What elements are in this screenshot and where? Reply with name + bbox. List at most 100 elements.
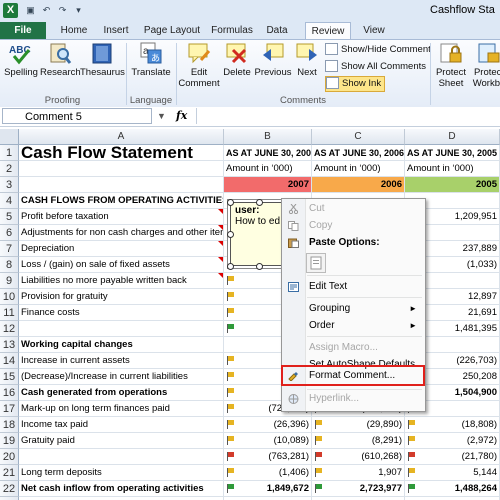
row-header[interactable]: 13 xyxy=(0,337,19,353)
customize-icon[interactable]: ▾ xyxy=(72,4,85,17)
tab-data[interactable]: Data xyxy=(262,22,292,39)
cell-a19[interactable]: Gratuity paid xyxy=(19,433,224,449)
cell-c18[interactable]: (29,890) xyxy=(312,417,405,433)
menu-item-hyperlink[interactable]: Hyperlink... xyxy=(282,391,425,407)
cell-b3[interactable]: 2007 xyxy=(224,177,312,193)
name-box-dropdown-icon[interactable]: ▼ xyxy=(157,111,166,121)
row-header[interactable]: 11 xyxy=(0,305,19,321)
cell-d22[interactable]: 1,488,264 xyxy=(405,481,500,497)
cell-d19[interactable]: (2,972) xyxy=(405,433,500,449)
name-box[interactable]: Comment 5 xyxy=(2,108,152,124)
cell-b22[interactable]: 1,849,672 xyxy=(224,481,312,497)
resize-handle[interactable] xyxy=(256,263,263,270)
cell-a8[interactable]: Loss / (gain) on sale of fixed assets xyxy=(19,257,224,273)
cell-d20[interactable]: (21,780) xyxy=(405,449,500,465)
column-header-c[interactable]: C xyxy=(312,129,405,145)
row-header[interactable]: 12 xyxy=(0,321,19,337)
cell-a17[interactable]: Mark-up on long term finances paid xyxy=(19,401,224,417)
cell-a14[interactable]: Increase in current assets xyxy=(19,353,224,369)
tab-formulas[interactable]: Formulas xyxy=(208,22,256,39)
cell-b1[interactable]: AS AT JUNE 30, 2007 xyxy=(224,145,312,161)
row-header[interactable]: 22 xyxy=(0,481,19,497)
cell-d18[interactable]: (18,808) xyxy=(405,417,500,433)
row-header[interactable]: 5 xyxy=(0,209,19,225)
protect-sheet-button[interactable]: Protect Sheet xyxy=(433,41,469,89)
cell-d21[interactable]: 5,144 xyxy=(405,465,500,481)
cell-d3[interactable]: 2005 xyxy=(405,177,500,193)
next-comment-button[interactable]: Next xyxy=(292,41,322,78)
research-button[interactable]: Research xyxy=(40,41,81,78)
tab-file[interactable]: File xyxy=(0,22,46,39)
cell-a10[interactable]: Provision for gratuity xyxy=(19,289,224,305)
cell-a20[interactable] xyxy=(19,449,224,465)
cell-a2[interactable] xyxy=(19,161,224,177)
menu-item-copy[interactable]: Copy xyxy=(282,218,425,234)
tab-view[interactable]: View xyxy=(358,22,390,39)
row-header[interactable]: 7 xyxy=(0,241,19,257)
thesaurus-button[interactable]: Thesaurus xyxy=(80,41,125,78)
cell-a3[interactable] xyxy=(19,177,224,193)
cell-d1[interactable]: AS AT JUNE 30, 2005 xyxy=(405,145,500,161)
row-header[interactable]: 16 xyxy=(0,385,19,401)
excel-icon[interactable]: X xyxy=(3,3,18,18)
cell-c21[interactable]: 1,907 xyxy=(312,465,405,481)
comment-text[interactable]: How to ed xyxy=(235,216,283,227)
cell-a13[interactable]: Working capital changes xyxy=(19,337,224,353)
cell-a9[interactable]: Liabilities no more payable written back xyxy=(19,273,224,289)
menu-item-assign-macro[interactable]: Assign Macro... xyxy=(282,340,425,356)
cell-b21[interactable]: (1,406) xyxy=(224,465,312,481)
cell-a15[interactable]: (Decrease)/Increase in current liabiliti… xyxy=(19,369,224,385)
previous-comment-button[interactable]: Previous xyxy=(254,41,292,78)
cell-a1[interactable]: Cash Flow Statement xyxy=(19,144,224,161)
cell-b18[interactable]: (26,396) xyxy=(224,417,312,433)
row-header[interactable]: 4 xyxy=(0,193,19,209)
cell-b2[interactable]: Amount in ‘000) xyxy=(224,161,312,177)
row-header[interactable]: 9 xyxy=(0,273,19,289)
spelling-button[interactable]: ABC Spelling xyxy=(2,41,40,78)
cell-c3[interactable]: 2006 xyxy=(312,177,405,193)
cell-a12[interactable] xyxy=(19,321,224,337)
cell-d2[interactable]: Amount in ‘000) xyxy=(405,161,500,177)
resize-handle[interactable] xyxy=(227,231,234,238)
comment-box[interactable]: user: How to ed xyxy=(230,202,288,266)
edit-comment-button[interactable]: Edit Comment xyxy=(178,41,220,89)
select-all-corner[interactable] xyxy=(0,129,19,145)
tab-insert[interactable]: Insert xyxy=(98,22,134,39)
cell-a21[interactable]: Long term deposits xyxy=(19,465,224,481)
cell-a22[interactable]: Net cash inflow from operating activitie… xyxy=(19,481,224,497)
formula-input[interactable] xyxy=(196,108,500,124)
undo-icon[interactable]: ↶ xyxy=(40,4,53,17)
row-header[interactable]: 15 xyxy=(0,369,19,385)
save-icon[interactable]: ▣ xyxy=(24,4,37,17)
menu-item-order[interactable]: Order ► xyxy=(282,318,425,334)
menu-item-edit-text[interactable]: Edit Text xyxy=(282,279,425,295)
row-header[interactable]: 2 xyxy=(0,161,19,177)
tab-page-layout[interactable]: Page Layout xyxy=(142,22,202,39)
show-ink-button[interactable]: Show Ink xyxy=(325,76,386,92)
row-header[interactable]: 14 xyxy=(0,353,19,369)
row-header[interactable]: 17 xyxy=(0,401,19,417)
show-all-comments-button[interactable]: Show All Comments xyxy=(325,60,426,74)
row-header[interactable]: 3 xyxy=(0,177,19,193)
paste-option-icon[interactable] xyxy=(306,253,326,273)
resize-handle[interactable] xyxy=(227,199,234,206)
row-header[interactable]: 8 xyxy=(0,257,19,273)
cell-c1[interactable]: AS AT JUNE 30, 2006 xyxy=(312,145,405,161)
cell-a11[interactable]: Finance costs xyxy=(19,305,224,321)
resize-handle[interactable] xyxy=(227,263,234,270)
protect-workbook-button[interactable]: Protect Workbo xyxy=(469,41,500,89)
cell-a4[interactable]: CASH FLOWS FROM OPERATING ACTIVITIES xyxy=(19,193,224,209)
row-header[interactable]: 10 xyxy=(0,289,19,305)
cell-a7[interactable]: Depreciation xyxy=(19,241,224,257)
row-header[interactable]: 1 xyxy=(0,145,19,161)
resize-handle[interactable] xyxy=(256,199,263,206)
cell-a18[interactable]: Income tax paid xyxy=(19,417,224,433)
cell-a5[interactable]: Profit before taxation xyxy=(19,209,224,225)
row-header[interactable]: 19 xyxy=(0,433,19,449)
cell-a16[interactable]: Cash generated from operations xyxy=(19,385,224,401)
row-header[interactable]: 21 xyxy=(0,465,19,481)
cell-c20[interactable]: (610,268) xyxy=(312,449,405,465)
cell-c2[interactable]: Amount in ‘000) xyxy=(312,161,405,177)
row-header[interactable]: 20 xyxy=(0,449,19,465)
row-header[interactable]: 18 xyxy=(0,417,19,433)
